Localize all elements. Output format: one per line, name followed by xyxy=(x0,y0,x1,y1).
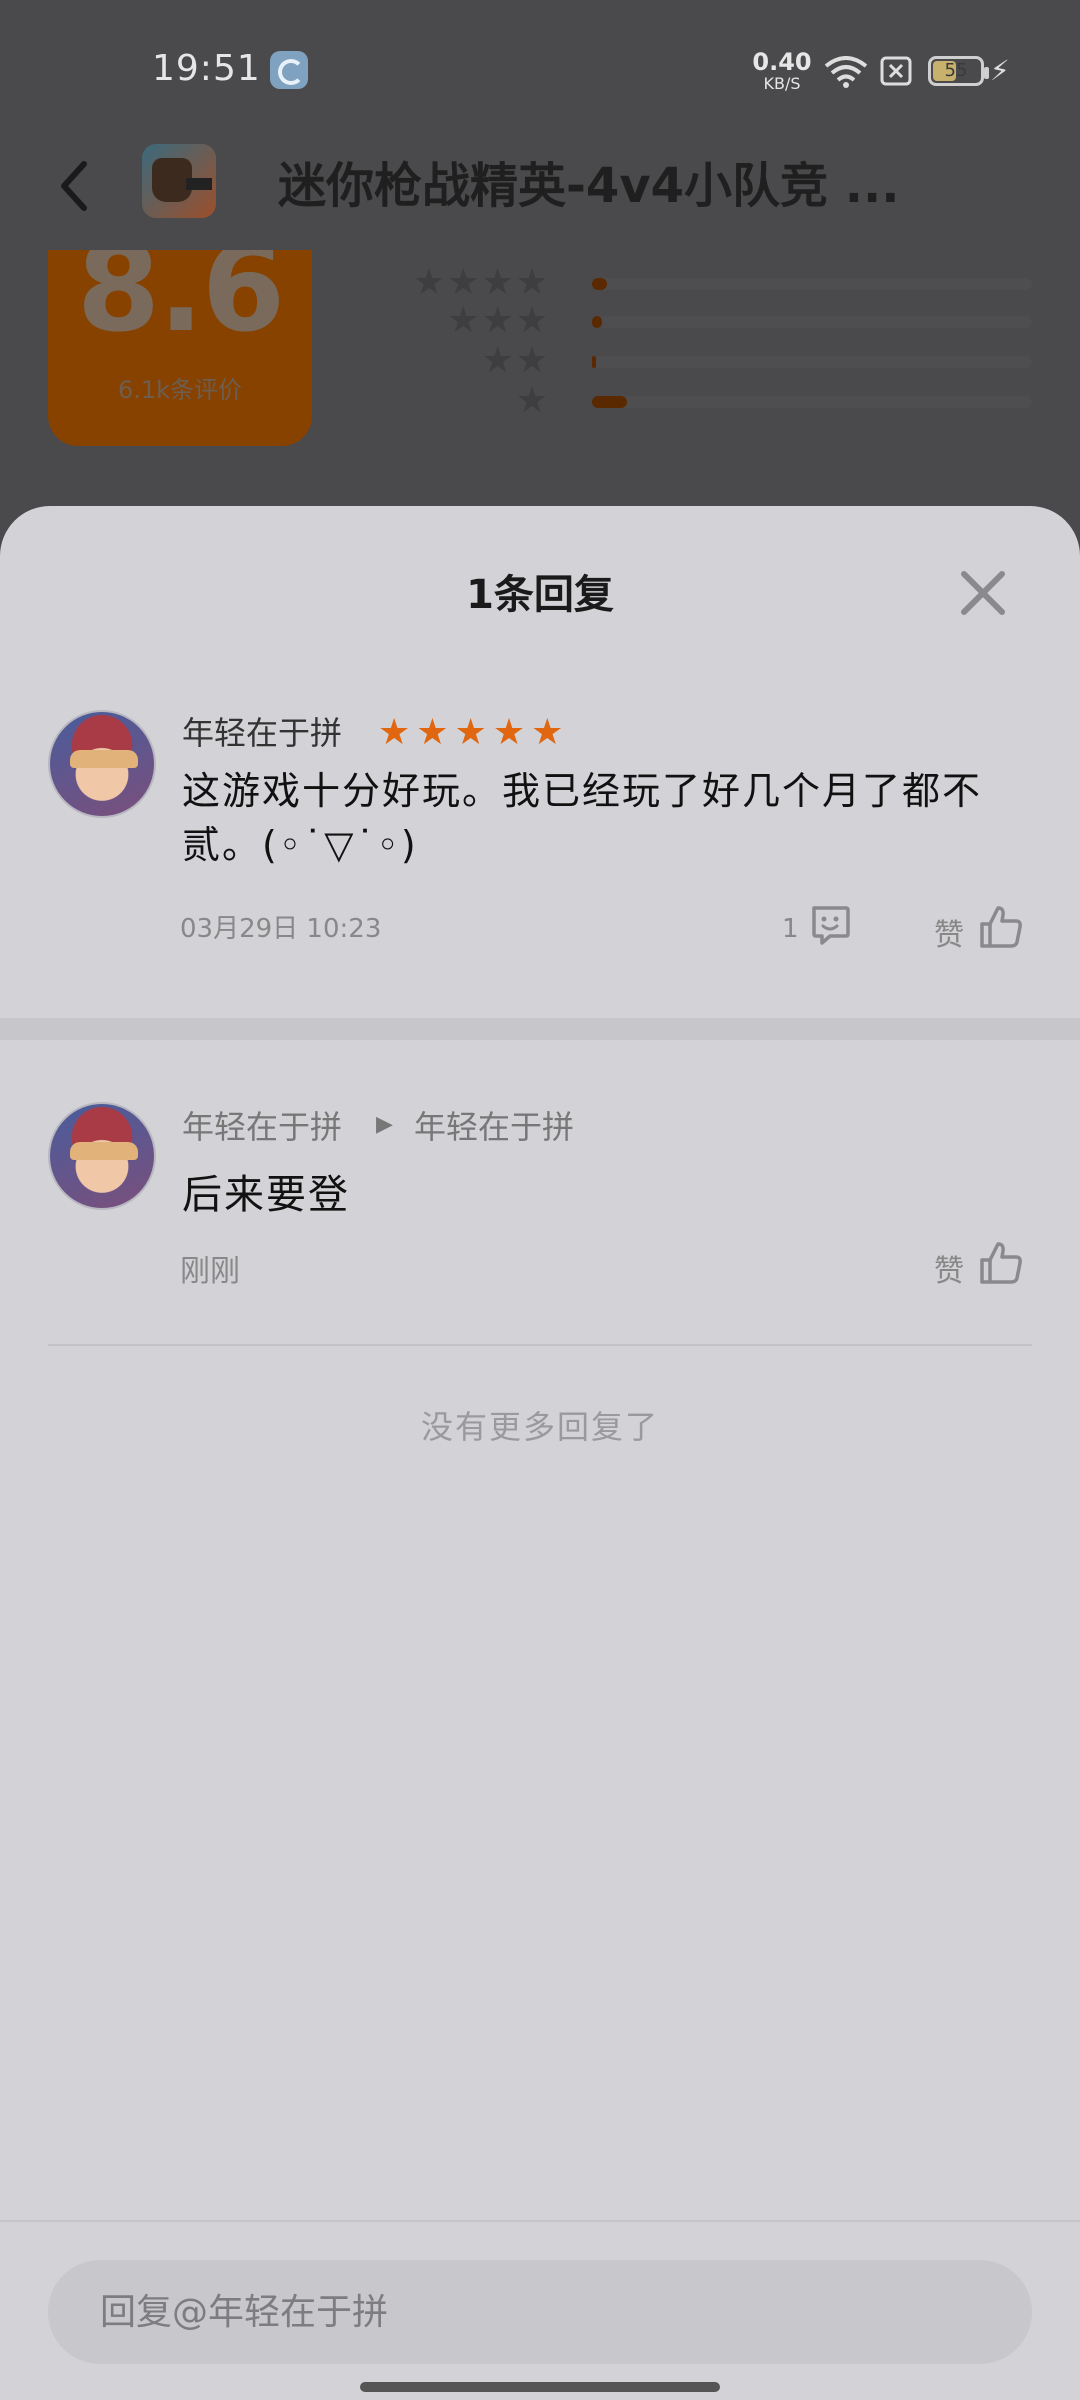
reply-from-username[interactable]: 年轻在于拼 xyxy=(182,1102,342,1148)
no-sim-icon xyxy=(880,56,912,86)
reply-input[interactable] xyxy=(48,2260,1032,2364)
thumbs-up-icon[interactable] xyxy=(978,904,1024,950)
rating-row-stars: ★★ xyxy=(481,340,550,381)
comment-username[interactable]: 年轻在于拼 xyxy=(182,708,342,754)
reply-time: 刚刚 xyxy=(180,1254,240,1289)
rating-row-3: ★★★ xyxy=(340,300,550,341)
avatar[interactable] xyxy=(48,710,156,818)
rating-row-1: ★ xyxy=(340,380,550,421)
rating-bar-fill xyxy=(592,278,608,290)
comment-rating-stars: ★★★★★ xyxy=(378,712,570,753)
notification-app-icon xyxy=(270,51,308,89)
status-time: 19:51 xyxy=(152,48,261,89)
close-icon[interactable] xyxy=(958,568,1008,618)
avatar[interactable] xyxy=(48,1102,156,1210)
rating-bar-fill xyxy=(592,356,597,368)
network-speed-value: 0.40 xyxy=(752,48,812,76)
overall-score: 8.6 xyxy=(76,250,286,359)
reply-icon[interactable] xyxy=(808,902,852,946)
reply-to-arrow-icon: ▶ xyxy=(376,1112,393,1137)
reply-text: 后来要登 xyxy=(182,1172,350,1218)
wifi-icon xyxy=(824,56,868,88)
rating-row-2: ★★ xyxy=(340,340,550,381)
battery-indicator: 55 xyxy=(928,56,989,86)
reply-like-label[interactable]: 赞 xyxy=(934,1246,964,1290)
network-speed-unit: KB/S xyxy=(763,74,801,93)
app-title: 迷你枪战精英-4v4小队竞 ... xyxy=(278,158,900,214)
rating-bar-1 xyxy=(592,396,1032,408)
background-app-page: 19:51 0.40 KB/S 55 ⚡ 迷你枪战精英-4v4小队竞 ... 8… xyxy=(0,0,1080,560)
score-card: 8.6 6.1k条评价 xyxy=(48,250,312,446)
charging-icon: ⚡ xyxy=(990,54,1010,87)
comment-like-label[interactable]: 赞 xyxy=(934,910,964,954)
rating-bar-2 xyxy=(592,356,1032,368)
network-speed: 0.40 KB/S xyxy=(752,50,812,92)
comment-time: 03月29日 10:23 xyxy=(180,914,382,944)
sheet-title: 1条回复 xyxy=(466,572,614,618)
rating-bar-fill xyxy=(592,316,602,328)
rating-bar-3 xyxy=(592,316,1032,328)
reply-bar xyxy=(0,2220,1080,2400)
rating-bar-4 xyxy=(592,278,1032,290)
rating-row-stars: ★★★ xyxy=(447,300,550,341)
battery-cap xyxy=(984,67,989,79)
back-arrow-icon[interactable] xyxy=(48,150,108,220)
rating-bar-fill xyxy=(592,396,628,408)
reply-count: 1 xyxy=(782,914,799,944)
no-more-replies: 没有更多回复了 xyxy=(420,1408,659,1446)
battery-level: 55 xyxy=(944,60,968,81)
home-indicator[interactable] xyxy=(360,2382,720,2392)
rating-row-4: ★★★★ xyxy=(340,262,550,303)
reply-to-username[interactable]: 年轻在于拼 xyxy=(414,1102,574,1148)
status-bar: 19:51 0.40 KB/S 55 ⚡ xyxy=(0,0,1080,140)
game-app-icon xyxy=(142,144,216,218)
review-count: 6.1k条评价 xyxy=(117,376,243,404)
rating-row-stars: ★ xyxy=(515,380,550,421)
section-divider xyxy=(0,1018,1080,1040)
comment-text: 这游戏十分好玩。我已经玩了好几个月了都不贰。(◦˙▽˙◦) xyxy=(182,769,983,867)
thumbs-up-icon[interactable] xyxy=(978,1240,1024,1286)
rating-row-stars: ★★★★ xyxy=(412,262,550,303)
divider-line xyxy=(48,1344,1032,1346)
